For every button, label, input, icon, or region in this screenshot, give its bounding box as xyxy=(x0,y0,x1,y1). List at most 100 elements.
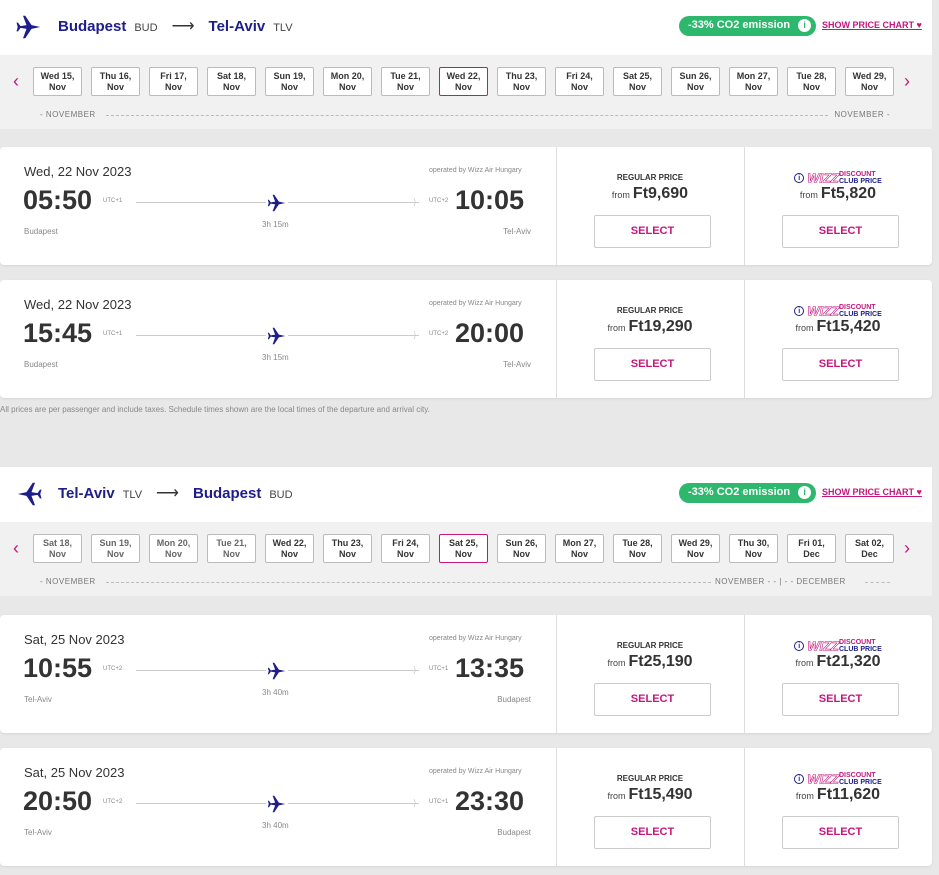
co2-text: -33% CO2 emission xyxy=(688,19,791,31)
date-option[interactable]: Thu 23, Nov xyxy=(323,534,372,563)
date-month: Nov xyxy=(396,549,414,559)
info-icon[interactable]: i xyxy=(798,19,812,32)
date-option[interactable]: Sun 26, Nov xyxy=(497,534,546,563)
date-option[interactable]: Fri 24, Nov xyxy=(555,67,604,96)
info-icon[interactable]: i xyxy=(794,773,805,784)
date-option[interactable]: Mon 27, Nov xyxy=(729,67,778,96)
date-option[interactable]: Fri 24, Nov xyxy=(381,534,430,563)
info-icon[interactable]: i xyxy=(794,172,805,183)
month-label: NOVEMBER xyxy=(715,577,765,586)
operator-text: operated by Wizz Air Hungary xyxy=(429,768,522,775)
date-option[interactable]: Sun 26, Nov xyxy=(671,67,720,96)
date-month: Nov xyxy=(512,82,530,92)
club-price-value: Ft15,420 xyxy=(816,318,881,335)
date-option[interactable]: Sat 25, Nov xyxy=(613,67,662,96)
departure-time: 10:55 xyxy=(23,653,93,683)
date-option[interactable]: Wed 29, Nov xyxy=(845,67,894,96)
date-option[interactable]: Sun 19, Nov xyxy=(265,67,314,96)
select-club-button[interactable]: SELECT xyxy=(782,683,899,716)
date-option[interactable]: Wed 29, Nov xyxy=(671,534,720,563)
destination-code: BUD xyxy=(269,489,293,501)
club-line-2: CLUB PRICE xyxy=(838,645,882,653)
date-month: Nov xyxy=(106,549,124,559)
departure-timezone: UTC+2 xyxy=(103,666,123,672)
select-club-button[interactable]: SELECT xyxy=(782,348,899,381)
date-option[interactable]: Tue 28, Nov xyxy=(613,534,662,563)
club-price: from Ft5,820 xyxy=(745,185,931,203)
chevron-right-icon[interactable]: › xyxy=(904,538,910,559)
date-month: Nov xyxy=(454,82,472,92)
co2-badge[interactable]: -33% CO2 emission i xyxy=(679,16,817,36)
track-arrow-icon: ⟩ xyxy=(413,197,417,207)
date-day: Tue 21, xyxy=(390,71,421,81)
select-club-button[interactable]: SELECT xyxy=(782,816,899,849)
outbound-date-selector: ‹ Wed 15, Nov Thu 16, Nov Fri 17, Nov Sat 18, N… xyxy=(0,55,932,129)
destination-city: Budapest xyxy=(192,485,262,502)
co2-badge[interactable]: -33% CO2 emission i xyxy=(679,483,817,503)
chevron-right-icon[interactable]: › xyxy=(904,71,910,92)
flight-card[interactable]: Wed, 22 Nov 2023 operated by Wizz Air Hun… xyxy=(0,280,932,398)
regular-price-box: REGULAR PRICE from Ft19,290 SELECT xyxy=(557,280,743,398)
date-option[interactable]: Fri 17, Nov xyxy=(149,67,198,96)
select-regular-button[interactable]: SELECT xyxy=(594,816,711,849)
select-regular-button[interactable]: SELECT xyxy=(594,348,711,381)
select-regular-button[interactable]: SELECT xyxy=(594,683,711,716)
arrival-city: Budapest xyxy=(497,828,531,837)
date-option[interactable]: Fri 01, Dec xyxy=(787,534,836,563)
departure-time: 15:45 xyxy=(23,318,93,348)
flight-card[interactable]: Sat, 25 Nov 2023 operated by Wizz Air Hun… xyxy=(0,748,932,866)
date-month: Nov xyxy=(744,549,762,559)
month-label: NOVEMBER xyxy=(834,110,885,119)
date-option[interactable]: Mon 20, Nov xyxy=(323,67,372,96)
date-option[interactable]: Tue 21, Nov xyxy=(381,67,430,96)
month-label: NOVEMBER xyxy=(45,577,96,586)
date-option[interactable]: Sat 18, Nov xyxy=(33,534,82,563)
show-price-chart-link[interactable]: SHOW PRICE CHART ♥ xyxy=(822,487,922,497)
info-icon[interactable]: i xyxy=(798,486,812,499)
departure-city: Budapest xyxy=(24,360,58,369)
arrival-city: Budapest xyxy=(497,695,531,704)
operator-text: operated by Wizz Air Hungary xyxy=(429,300,522,307)
flight-card[interactable]: Wed, 22 Nov 2023 operated by Wizz Air Hun… xyxy=(0,147,932,265)
plane-icon xyxy=(16,15,41,39)
date-day: Wed 29, xyxy=(678,538,713,548)
date-option[interactable]: Tue 28, Nov xyxy=(787,67,836,96)
chevron-left-icon[interactable]: ‹ xyxy=(13,71,19,92)
date-option[interactable]: Thu 16, Nov xyxy=(91,67,140,96)
select-club-button[interactable]: SELECT xyxy=(782,215,899,248)
arrival-timezone: UTC+2 xyxy=(429,198,449,204)
date-day: Sat 02, xyxy=(854,538,885,548)
club-price-box: i WIZZDISCOUNT CLUB PRICE from Ft21,320 SELEC… xyxy=(745,615,931,733)
date-option[interactable]: Thu 23, Nov xyxy=(497,67,546,96)
date-month: Nov xyxy=(280,549,298,559)
flight-duration: 3h 40m xyxy=(262,821,289,830)
date-option[interactable]: Sun 19, Nov xyxy=(91,534,140,563)
regular-price-box: REGULAR PRICE from Ft9,690 SELECT xyxy=(557,147,743,265)
arrival-city: Tel-Aviv xyxy=(503,227,531,236)
select-regular-button[interactable]: SELECT xyxy=(594,215,711,248)
date-day: Sat 25, xyxy=(622,71,653,81)
flight-duration: 3h 15m xyxy=(262,220,289,229)
flight-card[interactable]: Sat, 25 Nov 2023 operated by Wizz Air Hun… xyxy=(0,615,932,733)
club-line-1: DISCOUNT xyxy=(838,771,876,779)
date-option[interactable]: Wed 15, Nov xyxy=(33,67,82,96)
regular-price-box: REGULAR PRICE from Ft15,490 SELECT xyxy=(557,748,743,866)
date-option[interactable]: Mon 20, Nov xyxy=(149,534,198,563)
info-icon[interactable]: i xyxy=(794,305,805,316)
info-icon[interactable]: i xyxy=(794,640,805,651)
date-option[interactable]: Sat 18, Nov xyxy=(207,67,256,96)
date-option[interactable]: Sat 02, Dec xyxy=(845,534,894,563)
regular-price-box: REGULAR PRICE from Ft25,190 SELECT xyxy=(557,615,743,733)
date-option[interactable]: Mon 27, Nov xyxy=(555,534,604,563)
club-price-box: i WIZZDISCOUNT CLUB PRICE from Ft11,620 SELEC… xyxy=(745,748,931,866)
date-option[interactable]: Wed 22, Nov xyxy=(265,534,314,563)
show-price-chart-link[interactable]: SHOW PRICE CHART ♥ xyxy=(822,20,922,30)
date-option[interactable]: Wed 22, Nov xyxy=(439,67,488,96)
flight-date: Sat, 25 Nov 2023 xyxy=(24,765,125,780)
date-month: Nov xyxy=(802,82,820,92)
date-option[interactable]: Tue 21, Nov xyxy=(207,534,256,563)
chevron-left-icon[interactable]: ‹ xyxy=(13,538,19,559)
date-option[interactable]: Sat 25, Nov xyxy=(439,534,488,563)
date-option[interactable]: Thu 30, Nov xyxy=(729,534,778,563)
date-month: Nov xyxy=(280,82,298,92)
